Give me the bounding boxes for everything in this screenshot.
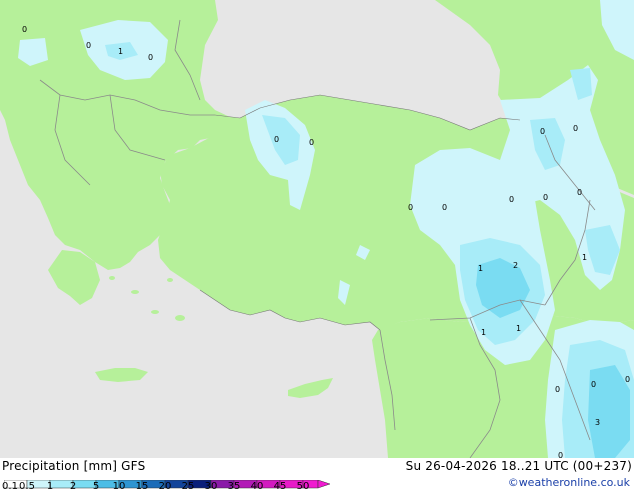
- credit-text[interactable]: ©weatheronline.co.uk: [508, 476, 630, 489]
- precip-value: 0: [543, 193, 548, 202]
- precip-value: 0: [540, 127, 545, 136]
- scale-tick-label: 45: [273, 481, 287, 492]
- scale-tick-label: 30: [204, 481, 218, 492]
- scale-tick-label: 35: [227, 481, 241, 492]
- scale-tick-label: 40: [250, 481, 264, 492]
- precip-value: 1: [118, 47, 123, 56]
- precip-value: 1: [481, 328, 486, 337]
- precip-value: 0: [408, 203, 413, 212]
- precip-value: 0: [148, 53, 153, 62]
- legend-footer: Precipitation [mm] GFS Su 26-04-2026 18.…: [0, 458, 634, 492]
- map-title: Precipitation [mm] GFS: [2, 459, 146, 473]
- precip-value: 0: [86, 41, 91, 50]
- color-scale: 0.1 0.5 1 2 5 10 15 20 25 30 35 40 45 50: [2, 475, 334, 494]
- precip-value: 0: [577, 188, 582, 197]
- precipitation-map: 0 0 1 0 0 0 0 0 0 0 0 0 0 1 1 2 1 1 0 0 …: [0, 0, 634, 460]
- scale-tick-label: 15: [135, 481, 149, 492]
- scale-tick-label: 0.5: [19, 481, 35, 492]
- precip-value: 0: [509, 195, 514, 204]
- precip-value: 3: [595, 418, 600, 427]
- scale-tick-label: 5: [92, 481, 100, 492]
- scale-tick-label: 0.1: [2, 481, 18, 492]
- precip-value: 1: [516, 324, 521, 333]
- precip-value: 0: [274, 135, 279, 144]
- precip-value: 0: [591, 380, 596, 389]
- precip-value: 0: [22, 25, 27, 34]
- map-canvas: 0 0 1 0 0 0 0 0 0 0 0 0 0 1 1 2 1 1 0 0 …: [0, 0, 634, 460]
- scale-tick-label: 10: [112, 481, 126, 492]
- scale-tick-label: 20: [158, 481, 172, 492]
- precip-value: 0: [555, 385, 560, 394]
- precip-value: 2: [513, 261, 518, 270]
- valid-time: Su 26-04-2026 18..21 UTC (00+237): [405, 459, 632, 473]
- precip-value: 0: [309, 138, 314, 147]
- scale-arrow: [317, 479, 331, 489]
- precip-value: 0: [558, 451, 563, 458]
- precip-value: 0: [573, 124, 578, 133]
- scale-tick-label: 2: [69, 481, 77, 492]
- precip-value: 0: [625, 375, 630, 384]
- precip-value: 1: [582, 253, 587, 262]
- precip-value: 0: [442, 203, 447, 212]
- scale-tick-label: 1: [46, 481, 54, 492]
- scale-tick-label: 50: [296, 481, 310, 492]
- scale-tick-label: 25: [181, 481, 195, 492]
- precip-value: 1: [478, 264, 483, 273]
